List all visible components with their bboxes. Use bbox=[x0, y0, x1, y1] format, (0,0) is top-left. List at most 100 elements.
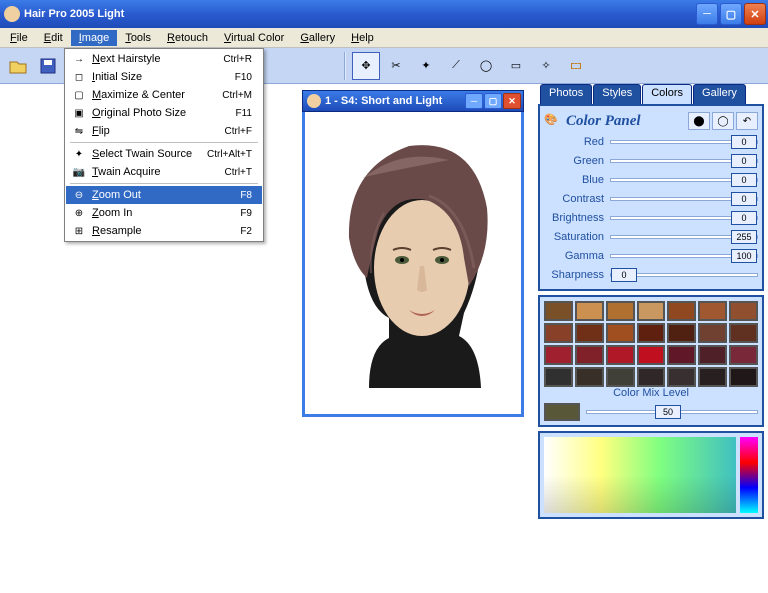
color-swatch[interactable] bbox=[698, 323, 727, 343]
color-swatch[interactable] bbox=[544, 323, 573, 343]
mix-preview[interactable] bbox=[544, 403, 580, 421]
img-close-button[interactable]: ✕ bbox=[503, 93, 521, 109]
color-swatch[interactable] bbox=[606, 367, 635, 387]
menu-item-select-twain-source[interactable]: ✦Select Twain SourceCtrl+Alt+T bbox=[66, 145, 262, 163]
menu-item-maximize-center[interactable]: ▢Maximize & CenterCtrl+M bbox=[66, 86, 262, 104]
color-swatch[interactable] bbox=[637, 345, 666, 365]
slider-label-blue: Blue bbox=[544, 174, 610, 186]
color-swatch[interactable] bbox=[637, 323, 666, 343]
color-panel: 🎨 Color Panel ⬤ ◯ ↶ Red0Green0Blue0Contr… bbox=[538, 104, 764, 291]
menu-retouch[interactable]: Retouch bbox=[159, 30, 216, 46]
menu-item-next-hairstyle[interactable]: →Next HairstyleCtrl+R bbox=[66, 50, 262, 68]
lasso-tool[interactable]: ◯ bbox=[472, 52, 500, 80]
color-swatch[interactable] bbox=[575, 323, 604, 343]
crop-tool[interactable]: ✧ bbox=[532, 52, 560, 80]
save-button[interactable] bbox=[34, 52, 62, 80]
img-maximize-button[interactable]: ▢ bbox=[484, 93, 502, 109]
image-window-titlebar[interactable]: 1 - S4: Short and Light ─ ▢ ✕ bbox=[302, 90, 524, 112]
menu-tools[interactable]: Tools bbox=[117, 30, 159, 46]
color-swatch[interactable] bbox=[606, 323, 635, 343]
gradient-picker[interactable] bbox=[544, 437, 736, 513]
tab-gallery[interactable]: Gallery bbox=[693, 84, 746, 104]
slider-blue[interactable]: 0 bbox=[610, 178, 758, 182]
slider-label-saturation: Saturation bbox=[544, 231, 610, 243]
hue-slider[interactable] bbox=[740, 437, 758, 513]
slider-thumb[interactable]: 0 bbox=[731, 192, 757, 206]
marquee-tool[interactable] bbox=[562, 52, 590, 80]
slider-green[interactable]: 0 bbox=[610, 159, 758, 163]
menu-item-twain-acquire[interactable]: 📷Twain AcquireCtrl+T bbox=[66, 163, 262, 181]
color-swatch[interactable] bbox=[698, 367, 727, 387]
color-swatch[interactable] bbox=[729, 367, 758, 387]
mix-slider-thumb[interactable]: 50 bbox=[655, 405, 681, 419]
menu-image[interactable]: Image bbox=[71, 30, 118, 46]
menu-virtual-color[interactable]: Virtual Color bbox=[216, 30, 292, 46]
color-swatch[interactable] bbox=[667, 301, 696, 321]
color-swatch[interactable] bbox=[606, 301, 635, 321]
slider-thumb[interactable]: 0 bbox=[611, 268, 637, 282]
slider-red[interactable]: 0 bbox=[610, 140, 758, 144]
menu-edit[interactable]: Edit bbox=[36, 30, 71, 46]
color-swatch[interactable] bbox=[575, 345, 604, 365]
tab-styles[interactable]: Styles bbox=[593, 84, 641, 104]
slider-thumb[interactable]: 0 bbox=[731, 211, 757, 225]
wand-tool[interactable]: ✦ bbox=[412, 52, 440, 80]
mix-level-label: Color Mix Level bbox=[544, 387, 758, 399]
menu-item-zoom-in[interactable]: ⊕Zoom InF9 bbox=[66, 204, 262, 222]
color-swatch[interactable] bbox=[637, 301, 666, 321]
eyedrop-tool[interactable]: ⟋ bbox=[442, 52, 470, 80]
app-icon bbox=[4, 6, 20, 22]
menu-file[interactable]: File bbox=[2, 30, 36, 46]
slider-contrast[interactable]: 0 bbox=[610, 197, 758, 201]
minimize-button[interactable]: ─ bbox=[696, 3, 718, 25]
color-swatch[interactable] bbox=[544, 301, 573, 321]
menu-item-original-photo-size[interactable]: ▣Original Photo SizeF11 bbox=[66, 104, 262, 122]
color-swatch[interactable] bbox=[575, 301, 604, 321]
menu-item-flip[interactable]: ⇋FlipCtrl+F bbox=[66, 122, 262, 140]
menu-item-initial-size[interactable]: ◻Initial SizeF10 bbox=[66, 68, 262, 86]
color-swatch[interactable] bbox=[575, 367, 604, 387]
color-swatch[interactable] bbox=[667, 367, 696, 387]
menu-gallery[interactable]: Gallery bbox=[292, 30, 343, 46]
menu-item-icon: ⊕ bbox=[70, 205, 88, 221]
slider-thumb[interactable]: 255 bbox=[731, 230, 757, 244]
color-swatch[interactable] bbox=[698, 345, 727, 365]
slider-thumb[interactable]: 100 bbox=[731, 249, 757, 263]
color-swatch[interactable] bbox=[637, 367, 666, 387]
color-swatch[interactable] bbox=[698, 301, 727, 321]
color-swatch[interactable] bbox=[606, 345, 635, 365]
slider-thumb[interactable]: 0 bbox=[731, 173, 757, 187]
open-button[interactable] bbox=[4, 52, 32, 80]
slider-sharpness[interactable]: 0 bbox=[610, 273, 758, 277]
color-swatch[interactable] bbox=[729, 345, 758, 365]
maximize-button[interactable]: ▢ bbox=[720, 3, 742, 25]
menu-item-zoom-out[interactable]: ⊖Zoom OutF8 bbox=[66, 186, 262, 204]
slider-thumb[interactable]: 0 bbox=[731, 135, 757, 149]
cut-tool[interactable]: ✂ bbox=[382, 52, 410, 80]
toggle-1-button[interactable]: ⬤ bbox=[688, 112, 710, 130]
undo-button[interactable]: ↶ bbox=[736, 112, 758, 130]
color-swatch[interactable] bbox=[729, 301, 758, 321]
mix-slider[interactable]: 50 bbox=[586, 410, 758, 414]
move-tool[interactable]: ✥ bbox=[352, 52, 380, 80]
menu-item-icon: ⇋ bbox=[70, 123, 88, 139]
color-swatch[interactable] bbox=[729, 323, 758, 343]
color-swatch[interactable] bbox=[544, 345, 573, 365]
slider-gamma[interactable]: 100 bbox=[610, 254, 758, 258]
menu-help[interactable]: Help bbox=[343, 30, 382, 46]
img-minimize-button[interactable]: ─ bbox=[465, 93, 483, 109]
slider-brightness[interactable]: 0 bbox=[610, 216, 758, 220]
menu-item-resample[interactable]: ⊞ResampleF2 bbox=[66, 222, 262, 240]
color-swatch[interactable] bbox=[544, 367, 573, 387]
tab-photos[interactable]: Photos bbox=[540, 84, 592, 104]
menu-item-icon: ✦ bbox=[70, 146, 88, 162]
slider-thumb[interactable]: 0 bbox=[731, 154, 757, 168]
color-swatch[interactable] bbox=[667, 323, 696, 343]
slider-saturation[interactable]: 255 bbox=[610, 235, 758, 239]
color-swatch[interactable] bbox=[667, 345, 696, 365]
close-button[interactable]: ✕ bbox=[744, 3, 766, 25]
image-canvas[interactable] bbox=[308, 115, 518, 411]
rect-select-tool[interactable]: ▭ bbox=[502, 52, 530, 80]
tab-colors[interactable]: Colors bbox=[642, 84, 692, 104]
toggle-2-button[interactable]: ◯ bbox=[712, 112, 734, 130]
